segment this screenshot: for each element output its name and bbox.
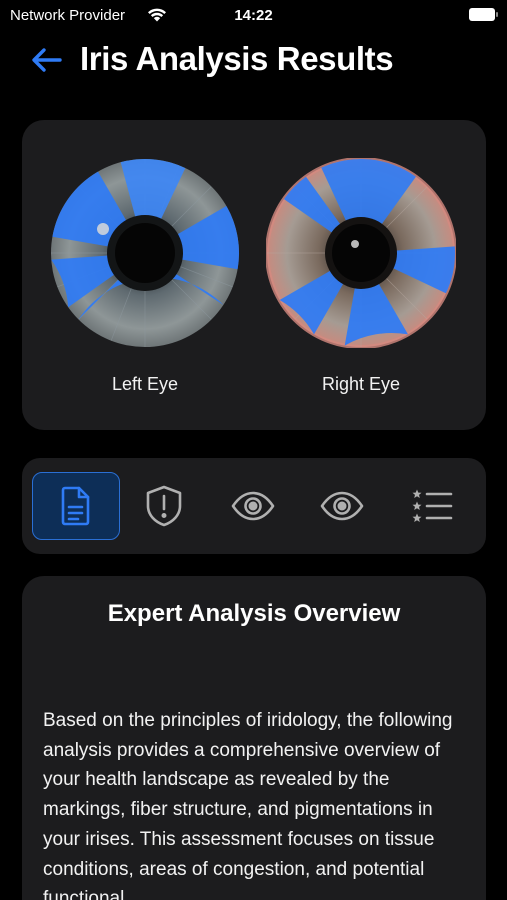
tab-warnings[interactable] <box>120 472 208 540</box>
eye-icon <box>231 491 275 521</box>
arrow-left-icon <box>32 48 62 72</box>
left-eye-label: Left Eye <box>111 374 179 394</box>
shield-alert-icon <box>146 485 182 527</box>
page-title: Iris Analysis Results <box>80 40 394 77</box>
overview-title: Expert Analysis Overview <box>107 600 401 627</box>
analysis-tab-bar <box>22 458 486 554</box>
left-eye-panel[interactable]: Left Eye <box>50 158 240 395</box>
expert-overview-card: Expert Analysis Overview Based on the pr… <box>22 576 486 900</box>
right-eye-panel[interactable]: Right Eye <box>266 158 456 395</box>
tab-recommendations[interactable] <box>388 472 476 540</box>
clock: 14:22 <box>234 7 273 24</box>
document-icon <box>61 486 90 526</box>
eye-icon <box>320 491 364 521</box>
battery-icon <box>469 8 498 21</box>
tab-overview[interactable] <box>32 472 120 540</box>
right-eye-image <box>266 158 456 348</box>
left-eye-image <box>51 159 240 347</box>
overview-body: Based on the principles of iridology, th… <box>43 710 453 900</box>
iris-images-card: Left Eye Right Eye <box>22 120 486 430</box>
right-eye-label: Right Eye <box>321 374 401 394</box>
star-list-icon <box>412 489 453 522</box>
tab-left-eye[interactable] <box>209 472 297 540</box>
tab-right-eye[interactable] <box>298 472 386 540</box>
status-bar: Network Provider 14:22 <box>0 0 507 30</box>
back-button[interactable] <box>30 44 64 76</box>
